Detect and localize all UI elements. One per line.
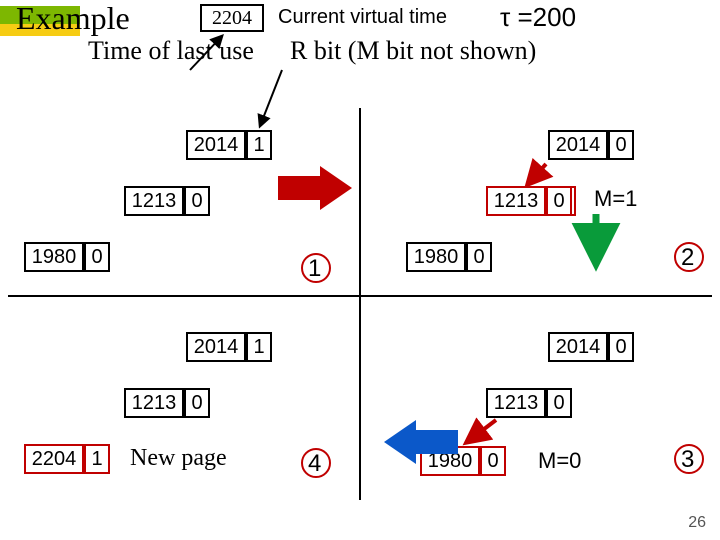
p3-row1-value: 1213 — [486, 388, 546, 418]
p2-row1-bit: 0 — [546, 186, 572, 216]
label-time-of-last-use: Time of last use — [88, 36, 254, 66]
p1-row1-bit: 0 — [184, 186, 210, 216]
p4-row0-value: 2014 — [186, 332, 246, 362]
p1-row2-value: 1980 — [24, 242, 84, 272]
p1-circle — [301, 253, 331, 283]
p3-m-label: M=0 — [538, 448, 581, 474]
p3-row0-value: 2014 — [548, 332, 608, 362]
p1-row2-bit: 0 — [84, 242, 110, 272]
p1-row0-bit: 1 — [246, 130, 272, 160]
p4-row1-value: 1213 — [124, 388, 184, 418]
p2-row2-value: 1980 — [406, 242, 466, 272]
p4-new-page-label: New page — [130, 445, 227, 472]
p2-row2-bit: 0 — [466, 242, 492, 272]
p2-row1-value: 1213 — [486, 186, 546, 216]
p3-row1-bit: 0 — [546, 388, 572, 418]
label-r-bit: R bit (M bit not shown) — [290, 36, 536, 66]
p2-row0-value: 2014 — [548, 130, 608, 160]
p1-row1-value: 1213 — [124, 186, 184, 216]
p2-m-label: M=1 — [594, 186, 637, 212]
label-tau: τ =200 — [500, 2, 576, 33]
slide-title: Example — [16, 0, 130, 37]
label-current-virtual-time: Current virtual time — [278, 6, 447, 29]
p3-row0-bit: 0 — [608, 332, 634, 362]
header-boxed-value: 2204 — [200, 4, 264, 32]
p4-circle — [301, 448, 331, 478]
p4-row2-bit: 1 — [84, 444, 110, 474]
p4-row0-bit: 1 — [246, 332, 272, 362]
p4-row2-value: 2204 — [24, 444, 84, 474]
p2-row0-bit: 0 — [608, 130, 634, 160]
p3-row2-bit: 0 — [480, 446, 506, 476]
p3-circle — [674, 444, 704, 474]
page-number: 26 — [688, 514, 706, 532]
p4-row1-bit: 0 — [184, 388, 210, 418]
p3-row2-value: 1980 — [420, 446, 480, 476]
p1-row0-value: 2014 — [186, 130, 246, 160]
p2-circle — [674, 242, 704, 272]
